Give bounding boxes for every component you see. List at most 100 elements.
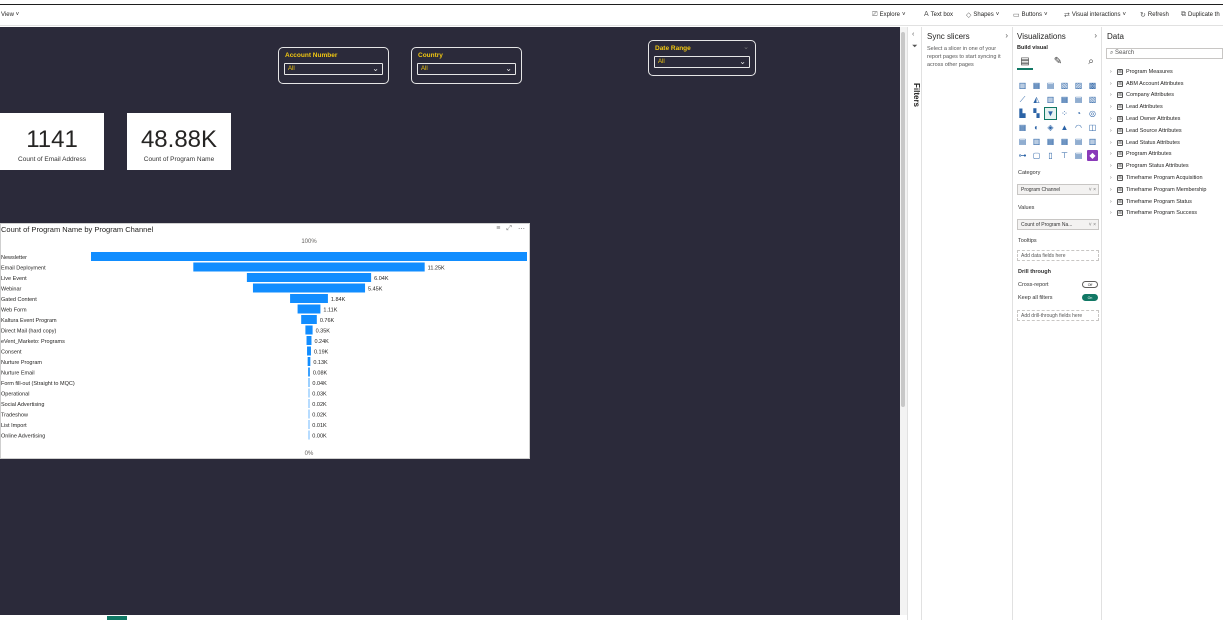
visual-type-icon[interactable]: ▙ (1017, 108, 1028, 119)
funnel-bar[interactable] (290, 294, 328, 303)
ribbon-button-buttons[interactable]: ▭ Buttons ˅ (1013, 11, 1048, 19)
funnel-bar[interactable] (308, 378, 310, 387)
visual-type-icon[interactable]: ⟋ (1017, 94, 1028, 105)
values-field-well[interactable]: Count of Program Na... ˅ × (1017, 219, 1099, 230)
funnel-bar[interactable] (308, 430, 310, 440)
focus-mode-icon[interactable]: ⤢ (506, 225, 512, 233)
funnel-bar[interactable] (308, 420, 310, 429)
format-visual-tab[interactable]: ✎ (1050, 54, 1066, 70)
slicer-dropdown[interactable]: All ⌄ (417, 63, 516, 75)
visual-type-icon[interactable]: ◔ (1073, 108, 1084, 119)
ribbon-button-explore[interactable]: ⎚ Explore ˅ (872, 11, 905, 19)
data-table-item[interactable]: › ⊞ Program Attributes (1110, 149, 1223, 161)
slicer-dropdown[interactable]: All ⌄ (654, 56, 750, 68)
visual-type-icon[interactable]: ▲ (1059, 122, 1070, 133)
data-table-item[interactable]: › ⊞ Lead Source Attributes (1110, 125, 1223, 137)
tooltips-drop-zone[interactable]: Add data fields here (1017, 250, 1099, 261)
visual-type-icon[interactable]: ◈ (1045, 122, 1056, 133)
chevron-right-icon[interactable]: › (1005, 31, 1008, 40)
data-table-item[interactable]: › ⊞ Program Measures (1110, 66, 1223, 78)
visual-type-icon[interactable]: ▚ (1031, 108, 1042, 119)
visual-type-icon[interactable]: ▩ (1087, 80, 1098, 91)
visual-type-icon[interactable]: ▧ (1059, 80, 1070, 91)
ribbon-button-text-box[interactable]: A Text box (924, 11, 953, 18)
visual-type-icon[interactable]: ◠ (1073, 122, 1084, 133)
slicer-date-range[interactable]: Date Range ⌄ All ⌄ (648, 40, 756, 76)
visual-type-icon[interactable]: ▢ (1031, 150, 1042, 161)
slicer-country[interactable]: Country All ⌄ (411, 47, 522, 84)
data-table-item[interactable]: › ⊞ Lead Status Attributes (1110, 137, 1223, 149)
drill-through-drop-zone[interactable]: Add drill-through fields here (1017, 310, 1099, 321)
ribbon-button-refresh[interactable]: ↻ Refresh (1140, 11, 1169, 19)
visual-type-icon[interactable]: ◫ (1087, 122, 1098, 133)
visual-type-icon[interactable]: ▦ (1059, 136, 1070, 147)
chevron-left-icon[interactable]: ‹ (912, 31, 914, 38)
data-table-item[interactable]: › ⊞ Company Attributes (1110, 90, 1223, 102)
filters-pane[interactable]: ‹ ⏷ Filters (907, 27, 922, 620)
visual-type-icon[interactable]: ◐ (1031, 122, 1042, 133)
remove-field-icon[interactable]: ˅ × (1089, 187, 1096, 193)
funnel-chart[interactable]: 100% Newsletter Email Deployment 11.25K Live… (0, 223, 530, 459)
visual-type-icon[interactable]: ▦ (1045, 136, 1056, 147)
chevron-right-icon[interactable]: › (1094, 31, 1097, 40)
visual-type-icon[interactable]: ▤ (1073, 150, 1084, 161)
funnel-bar[interactable] (307, 357, 311, 366)
funnel-bar[interactable] (305, 325, 313, 335)
funnel-bar[interactable] (307, 346, 311, 356)
build-visual-tab[interactable]: ▤ (1017, 54, 1033, 70)
funnel-bar[interactable] (297, 304, 321, 314)
cross-report-toggle[interactable]: Off (1082, 281, 1098, 288)
slicer-account-number[interactable]: Account Number All ⌄ (278, 47, 389, 84)
visual-type-icon[interactable]: ▥ (1031, 136, 1042, 147)
visual-type-icon[interactable]: ▥ (1017, 80, 1028, 91)
visual-type-icon[interactable]: ▤ (1073, 94, 1084, 105)
funnel-bar[interactable] (308, 367, 310, 377)
card-email-count[interactable]: 1141 Count of Email Address (0, 113, 104, 170)
funnel-bar[interactable] (91, 252, 527, 261)
visual-type-icon[interactable]: ▤ (1045, 80, 1056, 91)
visual-type-icon[interactable]: ◆ (1087, 150, 1098, 161)
ribbon-button-shapes[interactable]: ◇ Shapes ˅ (966, 11, 999, 19)
data-table-item[interactable]: › ⊞ Lead Owner Attributes (1110, 113, 1223, 125)
funnel-bar[interactable] (301, 315, 317, 324)
visual-type-icon[interactable]: ▯ (1045, 150, 1056, 161)
visual-type-icon[interactable]: ▤ (1017, 136, 1028, 147)
funnel-bar[interactable] (193, 262, 425, 272)
active-page-tab[interactable] (107, 616, 127, 620)
category-field-well[interactable]: Program Channel ˅ × (1017, 184, 1099, 195)
ribbon-button-visual-interactions[interactable]: ⇄ Visual interactions ˅ (1064, 11, 1126, 19)
data-table-item[interactable]: › ⊞ Timeframe Program Status (1110, 196, 1223, 208)
visual-type-icon[interactable]: ▥ (1045, 94, 1056, 105)
funnel-bar[interactable] (308, 388, 310, 398)
visual-type-icon[interactable]: ◎ (1087, 108, 1098, 119)
visual-type-icon[interactable]: ▤ (1073, 136, 1084, 147)
data-search-input[interactable]: ⌕ Search (1106, 48, 1223, 59)
visual-type-icon[interactable]: ▥ (1087, 136, 1098, 147)
more-options-icon[interactable]: ⋯ (518, 225, 525, 233)
slicer-dropdown[interactable]: All ⌄ (284, 63, 383, 75)
visual-type-icon[interactable]: ◭ (1031, 94, 1042, 105)
card-program-count[interactable]: 48.88K Count of Program Name (127, 113, 231, 170)
visual-type-icon[interactable]: ⁘ (1059, 108, 1070, 119)
visual-type-icon[interactable]: ▦ (1059, 94, 1070, 105)
keep-all-filters-toggle[interactable]: On (1082, 294, 1098, 301)
funnel-visual-icon[interactable]: ▼ (1044, 107, 1057, 120)
funnel-bar[interactable] (308, 399, 310, 408)
ribbon-button-duplicate-th[interactable]: ⧉ Duplicate th (1181, 11, 1220, 19)
visual-type-icon[interactable]: ⊶ (1017, 150, 1028, 161)
data-table-item[interactable]: › ⊞ Timeframe Program Acquisition (1110, 172, 1223, 184)
data-table-item[interactable]: › ⊞ Program Status Attributes (1110, 160, 1223, 172)
funnel-bar[interactable] (246, 273, 372, 282)
data-table-item[interactable]: › ⊞ Timeframe Program Membership (1110, 184, 1223, 196)
view-menu[interactable]: View ˅ (1, 12, 19, 18)
funnel-bar[interactable] (306, 336, 312, 345)
funnel-bar[interactable] (252, 283, 366, 293)
visual-type-icon[interactable]: ⊤ (1059, 150, 1070, 161)
visual-type-icon[interactable]: ▧ (1087, 94, 1098, 105)
analytics-tab[interactable]: ⌕ (1083, 54, 1099, 70)
visual-type-icon[interactable]: ▦ (1017, 122, 1028, 133)
visual-type-icon[interactable]: ▨ (1073, 80, 1084, 91)
filter-icon[interactable]: ≡ (496, 225, 500, 233)
funnel-bar[interactable] (308, 409, 310, 419)
remove-field-icon[interactable]: ˅ × (1089, 222, 1096, 228)
